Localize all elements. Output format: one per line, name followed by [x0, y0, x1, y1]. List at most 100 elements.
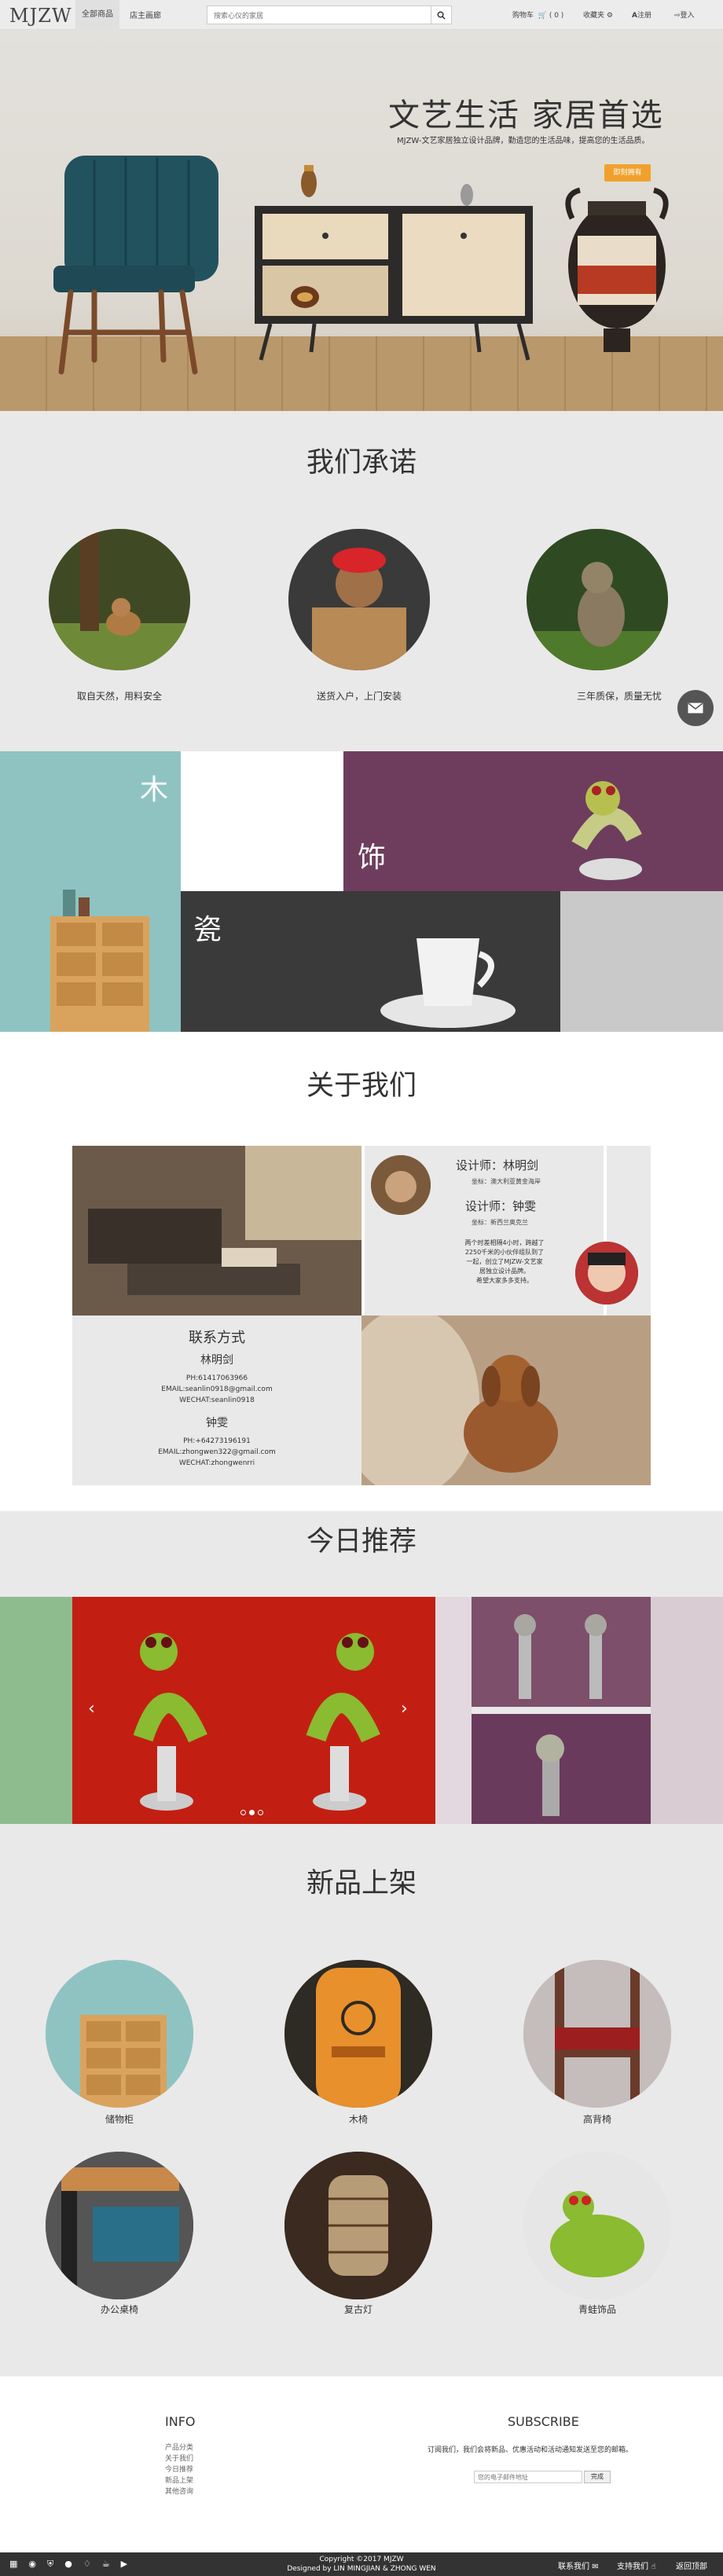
product-image-high-chair[interactable]: [523, 1960, 671, 2108]
designer1-name: 设计师：林明剑: [456, 1158, 539, 1172]
designer1-avatar: [371, 1155, 431, 1215]
story-line: 居独立设计品牌。: [479, 1268, 530, 1275]
buy-now-button[interactable]: 即刻拥有: [604, 164, 651, 182]
designer2-avatar: [575, 1242, 638, 1305]
product-caption-frog-decor[interactable]: 青蛙饰品: [519, 2303, 676, 2316]
info-link-categories[interactable]: 产品分类: [165, 2442, 193, 2453]
recommend-item-bottom[interactable]: [472, 1714, 651, 1824]
login-label: 登入: [680, 12, 695, 20]
category-label-decor: 饰: [358, 842, 387, 874]
info-link-other[interactable]: 其他咨询: [165, 2486, 193, 2497]
copyright-block: Copyright ©2017 MJZW Designed by LIN MIN…: [0, 2555, 723, 2574]
product-caption-high-chair[interactable]: 高背椅: [519, 2112, 676, 2126]
recommend-title: 今日推荐: [306, 1526, 417, 1558]
designer2-location: 坐标：新西兰奥克兰: [472, 1219, 528, 1226]
support-us-link[interactable]: 支持我们 ☝: [617, 2559, 655, 2571]
font-icon: A: [632, 12, 637, 20]
carousel-next-button[interactable]: ›: [401, 1699, 408, 1719]
tile-white-space: [181, 751, 343, 891]
promise-image-warranty: [527, 529, 668, 670]
product-caption-desk[interactable]: 办公桌椅: [41, 2303, 198, 2316]
hero-subtitle: MJZW-文艺家居独立设计品牌，勤造您的生活品味，提高您的生活品质。: [397, 137, 650, 145]
page: MJZW 全部商品 店主画廊 购物车 🛒 ( 0 ) 收藏夹 ⚙ A注册 ⇨登入: [0, 0, 723, 2576]
promise-caption-delivery: 送货入户，上门安装: [316, 691, 402, 702]
category-tile-decor[interactable]: 饰: [343, 751, 723, 891]
hero-banner: 文艺生活 家居首选 MJZW-文艺家居独立设计品牌，勤造您的生活品味，提高您的生…: [0, 30, 723, 411]
story-line: 希望大家多多支持。: [476, 1277, 533, 1284]
carousel-next-peek: [651, 1597, 723, 1824]
search-icon: [437, 11, 446, 20]
register-label: 注册: [637, 12, 651, 20]
contact1-name: 林明剑: [200, 1354, 233, 1367]
nav-all-products[interactable]: 全部商品: [75, 0, 119, 30]
product-caption-storage[interactable]: 储物柜: [41, 2112, 198, 2126]
carousel-dot[interactable]: [258, 1810, 263, 1815]
product-image-desk[interactable]: [46, 2152, 193, 2299]
nav-gallery[interactable]: 店主画廊: [130, 9, 161, 20]
info-title: INFO: [165, 2414, 196, 2429]
carousel-gap: [435, 1597, 472, 1824]
site-logo[interactable]: MJZW: [9, 5, 72, 27]
designer1-location: 坐标：澳大利亚黄金海岸: [472, 1178, 541, 1185]
contact-title: 联系方式: [189, 1330, 245, 1346]
gear-icon: ⚙: [606, 12, 613, 20]
promise-image-delivery: [288, 529, 430, 670]
category-label-wood: 木: [140, 774, 169, 806]
login-icon: ⇨: [674, 12, 681, 20]
category-tile-wood[interactable]: 木: [0, 751, 181, 1032]
mail-float-button[interactable]: [677, 690, 714, 726]
info-link-about[interactable]: 关于我们: [165, 2453, 193, 2464]
product-image-wood-chair[interactable]: [284, 1960, 432, 2108]
contact1-wechat: WECHAT:seanlin0918: [179, 1396, 255, 1404]
carousel-dot[interactable]: [240, 1810, 246, 1815]
new-products-title: 新品上架: [306, 1868, 417, 1899]
carousel-prev-peek: [0, 1597, 72, 1824]
carousel-slide: ‹ ›: [72, 1597, 435, 1824]
contact2-phone: PH:+64273196191: [183, 1437, 251, 1445]
search-input[interactable]: [207, 8, 428, 25]
contact2-wechat: WECHAT:zhongwenrri: [178, 1459, 255, 1467]
mail-icon: [688, 703, 703, 714]
contact1-email[interactable]: EMAIL:seanlin0918@gmail.com: [72, 1385, 362, 1393]
info-link-recommend[interactable]: 今日推荐: [165, 2464, 193, 2475]
subscribe-text: 订阅我们，我们会将新品、优惠活动和活动通知发送至您的邮箱。: [428, 2446, 633, 2454]
hero-furniture-image: [53, 156, 669, 375]
cat-delivery-image: [288, 529, 430, 670]
product-image-vintage-lamp[interactable]: [284, 2152, 432, 2299]
product-caption-wood-chair[interactable]: 木椅: [280, 2112, 437, 2126]
subscribe-button[interactable]: 完成: [584, 2471, 611, 2483]
recommend-item-top[interactable]: [472, 1597, 651, 1707]
hero-title: 文艺生活 家居首选: [388, 97, 664, 134]
back-to-top-link[interactable]: 返回顶部: [676, 2559, 707, 2571]
promise-caption-natural: 取自天然，用料安全: [76, 691, 162, 702]
favorites-link[interactable]: 收藏夹 ⚙: [583, 9, 613, 20]
about-title: 关于我们: [306, 1070, 417, 1102]
search-button[interactable]: [431, 6, 451, 24]
product-image-frog-decor[interactable]: [523, 2152, 671, 2299]
contact2-name: 钟雯: [206, 1417, 228, 1429]
info-link-new[interactable]: 新品上架: [165, 2475, 193, 2486]
carousel-dot-active[interactable]: [249, 1810, 255, 1815]
story-line: 一起，创立了MJZW-文艺家: [466, 1258, 543, 1265]
contact-us-label: 联系我们: [558, 2563, 589, 2571]
envelope-icon: ✉: [592, 2563, 599, 2571]
footer: INFO 产品分类 关于我们 今日推荐 新品上架 其他咨询 SUBSCRIBE …: [0, 2376, 723, 2552]
contact-us-link[interactable]: 联系我们 ✉: [558, 2559, 599, 2571]
product-image-storage[interactable]: [46, 1960, 193, 2108]
copyright-text: Copyright ©2017 MJZW: [319, 2556, 404, 2563]
contact2-email[interactable]: EMAIL:zhongwen322@gmail.com: [72, 1448, 362, 1456]
category-tile-ceramic[interactable]: 瓷: [181, 891, 560, 1032]
email-input[interactable]: [474, 2471, 582, 2483]
story-line: 2250千米的小伙伴组队到了: [464, 1249, 545, 1256]
tile-gray-space: [560, 891, 723, 1032]
login-link[interactable]: ⇨登入: [674, 9, 695, 20]
living-room-image: [72, 1146, 362, 1316]
subscribe-title: SUBSCRIBE: [508, 2414, 579, 2429]
product-caption-vintage-lamp[interactable]: 复古灯: [280, 2303, 437, 2316]
frog-figurine-image: [472, 1714, 651, 1824]
frog-figurines-image: [472, 1597, 651, 1707]
carousel-prev-button[interactable]: ‹: [88, 1699, 95, 1719]
register-link[interactable]: A注册: [632, 9, 651, 20]
cart-link[interactable]: 购物车 🛒 ( 0 ): [512, 9, 563, 20]
support-us-label: 支持我们: [617, 2563, 648, 2571]
